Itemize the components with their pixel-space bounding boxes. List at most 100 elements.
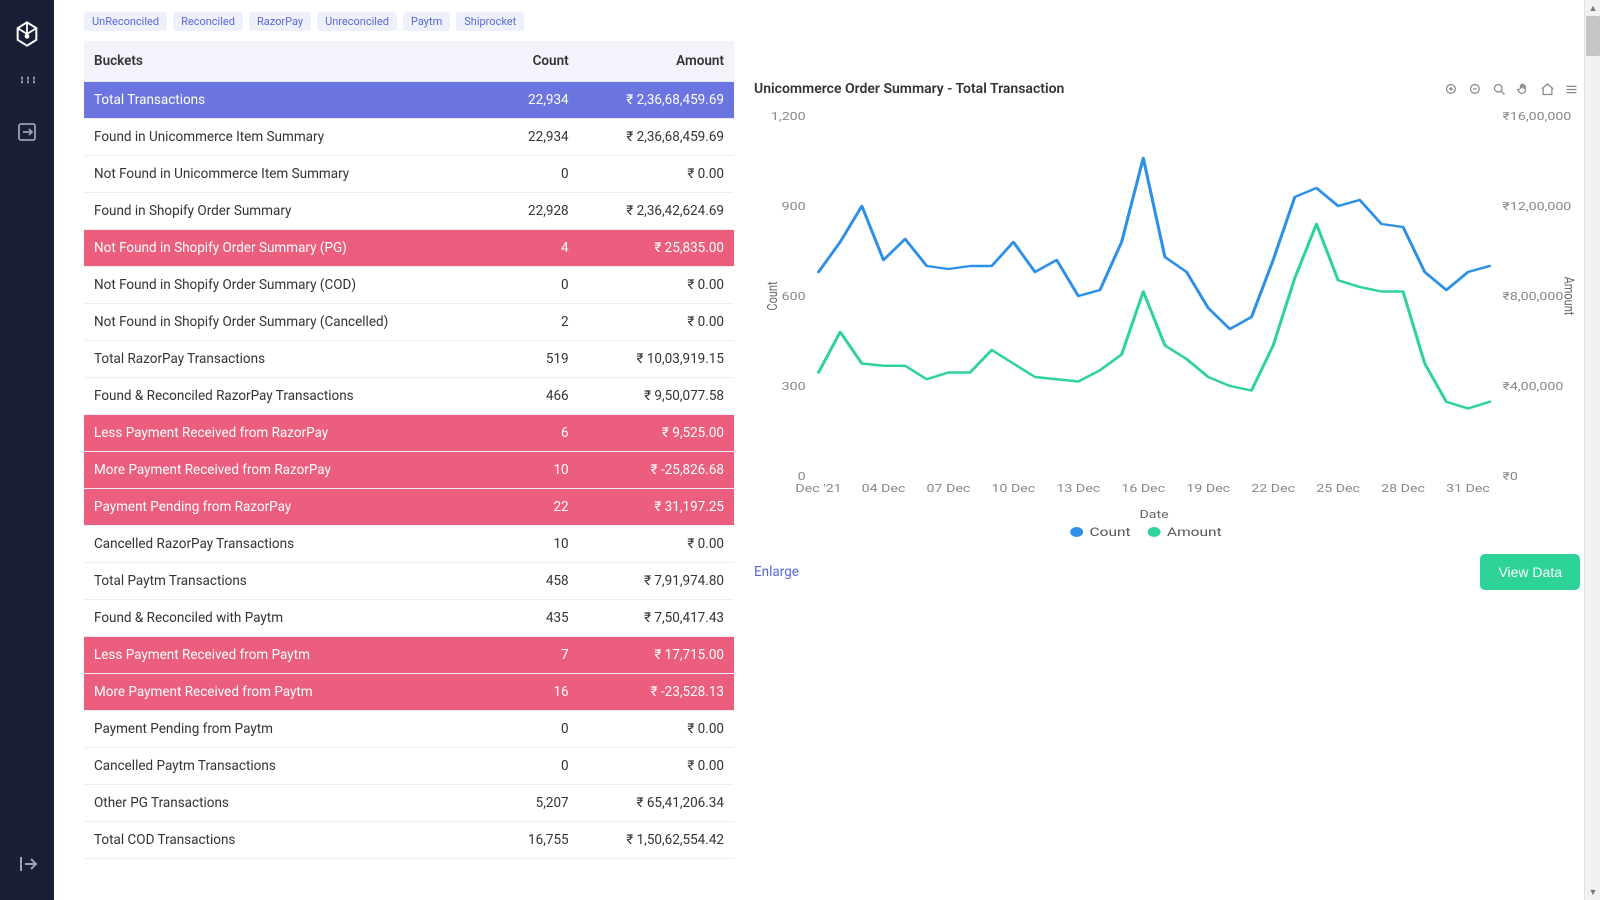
view-data-button[interactable]: View Data: [1480, 554, 1580, 590]
filter-tag[interactable]: UnReconciled: [84, 12, 167, 31]
table-row[interactable]: Total Paytm Transactions458₹ 7,91,974.80: [84, 563, 734, 600]
scroll-down-arrow[interactable]: ▼: [1585, 884, 1600, 900]
cell-count: 0: [499, 156, 579, 193]
cell-label: More Payment Received from Paytm: [84, 674, 499, 711]
collapse-icon[interactable]: [15, 852, 39, 876]
svg-text:19 Dec: 19 Dec: [1186, 482, 1230, 495]
svg-text:₹4,00,000: ₹4,00,000: [1503, 380, 1564, 393]
zoom-out-icon[interactable]: [1466, 80, 1484, 98]
cell-label: Not Found in Shopify Order Summary (COD): [84, 267, 499, 304]
cell-count: 16,755: [499, 822, 579, 859]
svg-text:Date: Date: [1139, 508, 1168, 521]
app-logo: [13, 20, 41, 48]
cell-amount: ₹ 2,36,42,624.69: [579, 193, 734, 230]
table-row[interactable]: Total COD Transactions16,755₹ 1,50,62,55…: [84, 822, 734, 859]
menu-icon[interactable]: [1562, 80, 1580, 98]
cell-count: 5,207: [499, 785, 579, 822]
nav-icon-2[interactable]: [15, 120, 39, 144]
cell-label: Not Found in Unicommerce Item Summary: [84, 156, 499, 193]
cell-amount: ₹ 1,50,62,554.42: [579, 822, 734, 859]
cell-count: 7: [499, 637, 579, 674]
table-row[interactable]: More Payment Received from RazorPay10₹ -…: [84, 452, 734, 489]
cell-amount: ₹ 2,36,68,459.69: [579, 82, 734, 119]
svg-text:10 Dec: 10 Dec: [992, 482, 1036, 495]
table-row[interactable]: More Payment Received from Paytm16₹ -23,…: [84, 674, 734, 711]
cell-amount: ₹ 0.00: [579, 748, 734, 785]
table-row[interactable]: Less Payment Received from Paytm7₹ 17,71…: [84, 637, 734, 674]
cell-count: 0: [499, 748, 579, 785]
cell-count: 22: [499, 489, 579, 526]
cell-count: 22,934: [499, 82, 579, 119]
cell-count: 22,928: [499, 193, 579, 230]
svg-text:13 Dec: 13 Dec: [1056, 482, 1100, 495]
svg-text:16 Dec: 16 Dec: [1121, 482, 1165, 495]
table-row[interactable]: Total RazorPay Transactions519₹ 10,03,91…: [84, 341, 734, 378]
svg-text:300: 300: [782, 380, 806, 393]
cell-count: 458: [499, 563, 579, 600]
table-row[interactable]: Total Transactions22,934₹ 2,36,68,459.69: [84, 82, 734, 119]
filter-tag[interactable]: RazorPay: [249, 12, 311, 31]
th-buckets[interactable]: Buckets: [84, 41, 499, 82]
svg-text:04 Dec: 04 Dec: [862, 482, 906, 495]
zoom-in-icon[interactable]: [1442, 80, 1460, 98]
cell-count: 4: [499, 230, 579, 267]
cell-count: 2: [499, 304, 579, 341]
filter-tag[interactable]: Unreconciled: [317, 12, 397, 31]
zoom-selection-icon[interactable]: [1490, 80, 1508, 98]
scroll-up-arrow[interactable]: ▲: [1585, 0, 1600, 16]
cell-label: Found & Reconciled RazorPay Transactions: [84, 378, 499, 415]
svg-text:1,200: 1,200: [771, 110, 806, 123]
cell-count: 16: [499, 674, 579, 711]
cell-label: More Payment Received from RazorPay: [84, 452, 499, 489]
th-amount[interactable]: Amount: [579, 41, 734, 82]
table-row[interactable]: Cancelled Paytm Transactions0₹ 0.00: [84, 748, 734, 785]
svg-text:Amount: Amount: [1560, 277, 1577, 316]
enlarge-link[interactable]: Enlarge: [754, 564, 799, 580]
svg-text:₹8,00,000: ₹8,00,000: [1503, 290, 1564, 303]
filter-tag[interactable]: Reconciled: [173, 12, 243, 31]
cell-label: Found in Unicommerce Item Summary: [84, 119, 499, 156]
table-row[interactable]: Not Found in Shopify Order Summary (COD)…: [84, 267, 734, 304]
cell-amount: ₹ 0.00: [579, 267, 734, 304]
cell-label: Found in Shopify Order Summary: [84, 193, 499, 230]
scroll-thumb[interactable]: [1586, 16, 1600, 56]
table-row[interactable]: Payment Pending from Paytm0₹ 0.00: [84, 711, 734, 748]
cell-count: 519: [499, 341, 579, 378]
cell-amount: ₹ 10,03,919.15: [579, 341, 734, 378]
table-row[interactable]: Less Payment Received from RazorPay6₹ 9,…: [84, 415, 734, 452]
table-row[interactable]: Other PG Transactions5,207₹ 65,41,206.34: [84, 785, 734, 822]
cell-amount: ₹ 9,50,077.58: [579, 378, 734, 415]
table-row[interactable]: Not Found in Unicommerce Item Summary0₹ …: [84, 156, 734, 193]
cell-label: Total Transactions: [84, 82, 499, 119]
cell-amount: ₹ 9,525.00: [579, 415, 734, 452]
nav-icon-1[interactable]: [15, 72, 39, 96]
table-row[interactable]: Not Found in Shopify Order Summary (Canc…: [84, 304, 734, 341]
table-row[interactable]: Payment Pending from RazorPay22₹ 31,197.…: [84, 489, 734, 526]
cell-label: Cancelled Paytm Transactions: [84, 748, 499, 785]
table-row[interactable]: Found & Reconciled RazorPay Transactions…: [84, 378, 734, 415]
cell-amount: ₹ 17,715.00: [579, 637, 734, 674]
table-row[interactable]: Not Found in Shopify Order Summary (PG)4…: [84, 230, 734, 267]
cell-label: Less Payment Received from Paytm: [84, 637, 499, 674]
table-row[interactable]: Cancelled RazorPay Transactions10₹ 0.00: [84, 526, 734, 563]
buckets-table: Buckets Count Amount Total Transactions2…: [84, 41, 734, 859]
filter-tag[interactable]: Shiprocket: [456, 12, 524, 31]
filter-tag[interactable]: Paytm: [403, 12, 450, 31]
reset-icon[interactable]: [1538, 80, 1556, 98]
cell-label: Not Found in Shopify Order Summary (Canc…: [84, 304, 499, 341]
vertical-scrollbar[interactable]: ▲ ▼: [1584, 0, 1600, 900]
svg-text:Amount: Amount: [1167, 526, 1222, 540]
cell-amount: ₹ 7,50,417.43: [579, 600, 734, 637]
cell-label: Less Payment Received from RazorPay: [84, 415, 499, 452]
cell-label: Other PG Transactions: [84, 785, 499, 822]
table-row[interactable]: Found in Unicommerce Item Summary22,934₹…: [84, 119, 734, 156]
svg-text:22 Dec: 22 Dec: [1251, 482, 1295, 495]
th-count[interactable]: Count: [499, 41, 579, 82]
chart-title: Unicommerce Order Summary - Total Transa…: [754, 81, 1064, 97]
pan-icon[interactable]: [1514, 80, 1532, 98]
cell-count: 466: [499, 378, 579, 415]
cell-amount: ₹ -23,528.13: [579, 674, 734, 711]
table-row[interactable]: Found & Reconciled with Paytm435₹ 7,50,4…: [84, 600, 734, 637]
table-row[interactable]: Found in Shopify Order Summary22,928₹ 2,…: [84, 193, 734, 230]
cell-label: Cancelled RazorPay Transactions: [84, 526, 499, 563]
